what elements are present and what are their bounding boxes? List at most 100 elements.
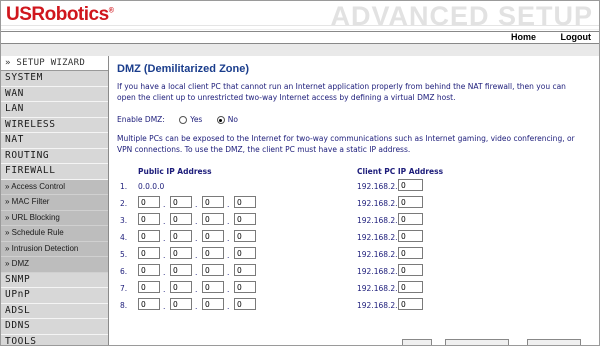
public-ip-octet-2[interactable]: 0 (170, 281, 192, 293)
public-ip-octet-2[interactable]: 0 (170, 230, 192, 242)
sidebar-item-snmp[interactable]: SNMP (1, 273, 108, 288)
row-number: 5. (120, 250, 128, 259)
octet-separator: . (227, 200, 230, 209)
public-ip-octet-1[interactable]: 0 (138, 281, 160, 293)
public-ip-octet-4[interactable]: 0 (234, 213, 256, 225)
client-ip-last-octet[interactable]: 0 (398, 213, 423, 225)
info-text: Multiple PCs can be exposed to the Inter… (117, 134, 575, 154)
octet-separator: . (227, 268, 230, 277)
table-row: 7. 0. 0. 0. 0 192.168.2. 0 (109, 281, 599, 298)
public-ip-octet-1[interactable]: 0 (138, 298, 160, 310)
sidebar-item-nat[interactable]: NAT (1, 133, 108, 149)
public-ip-octet-2[interactable]: 0 (170, 298, 192, 310)
public-ip-octet-3[interactable]: 0 (202, 298, 224, 310)
sidebar-item-upnp[interactable]: UPnP (1, 288, 108, 304)
public-ip-octet-1[interactable]: 0 (138, 213, 160, 225)
client-ip-last-octet[interactable]: 0 (398, 179, 423, 191)
enable-dmz-row: Enable DMZ: Yes No (117, 115, 238, 124)
public-ip-octet-4[interactable]: 0 (234, 247, 256, 259)
section-title: ADVANCED SETUP (330, 1, 593, 31)
octet-separator: . (227, 285, 230, 294)
sidebar-item-routing[interactable]: ROUTING (1, 149, 108, 164)
public-ip-octet-3[interactable]: 0 (202, 230, 224, 242)
public-ip-octet-4[interactable]: 0 (234, 264, 256, 276)
public-ip-octet-3[interactable]: 0 (202, 196, 224, 208)
top-nav: Home Logout (1, 31, 599, 44)
button-partial[interactable] (527, 339, 581, 345)
button-partial[interactable] (445, 339, 509, 345)
sidebar-item-mac-filter[interactable]: » MAC Filter (1, 195, 108, 211)
browser-frame: USRobotics® ADVANCED SETUP Home Logout »… (0, 0, 600, 346)
public-ip-octet-2[interactable]: 0 (170, 213, 192, 225)
sidebar-item-adsl[interactable]: ADSL (1, 304, 108, 319)
sidebar-item-wireless[interactable]: WIRELESS (1, 118, 108, 133)
home-link[interactable]: Home (511, 32, 536, 42)
row-number: 2. (120, 199, 128, 208)
sidebar-menu: SYSTEM WAN LAN WIRELESS NAT ROUTING FIREWALL» … (1, 71, 108, 346)
octet-separator: . (163, 251, 166, 260)
public-ip-octet-2[interactable]: 0 (170, 247, 192, 259)
sidebar-item-url-blocking[interactable]: » URL Blocking (1, 210, 108, 226)
public-ip-octet-3[interactable]: 0 (202, 213, 224, 225)
public-ip-value: 0.0.0.0 (138, 182, 165, 191)
public-ip-octet-4[interactable]: 0 (234, 281, 256, 293)
logout-link[interactable]: Logout (561, 32, 592, 42)
sidebar-item-wan[interactable]: WAN (1, 87, 108, 102)
client-ip-prefix: 192.168.2. (357, 267, 398, 276)
public-ip-octet-1[interactable]: 0 (138, 247, 160, 259)
sidebar: » SETUP WIZARD SYSTEM WAN LAN WIRELESS NAT RO… (1, 56, 109, 346)
sidebar-setup-wizard[interactable]: » SETUP WIZARD (1, 56, 108, 71)
button-partial[interactable] (402, 339, 432, 345)
public-ip-header: Public IP Address (138, 167, 212, 176)
sidebar-item-system[interactable]: SYSTEM (1, 71, 108, 87)
table-row: 4. 0. 0. 0. 0 192.168.2. 0 (109, 230, 599, 247)
client-ip-prefix: 192.168.2. (357, 301, 398, 310)
octet-separator: . (163, 268, 166, 277)
octet-separator: . (195, 217, 198, 226)
octet-separator: . (195, 251, 198, 260)
octet-separator: . (163, 217, 166, 226)
sidebar-item-tools[interactable]: TOOLS (1, 335, 108, 346)
client-ip-last-octet[interactable]: 0 (398, 264, 423, 276)
client-ip-last-octet[interactable]: 0 (398, 247, 423, 259)
sidebar-item-intrusion-detection[interactable]: » Intrusion Detection (1, 241, 108, 257)
sidebar-item-ddns[interactable]: DDNS (1, 319, 108, 335)
sidebar-item-schedule-rule[interactable]: » Schedule Rule (1, 226, 108, 242)
client-ip-prefix: 192.168.2. (357, 233, 398, 242)
table-row: 3. 0. 0. 0. 0 192.168.2. 0 (109, 213, 599, 230)
octet-separator: . (195, 200, 198, 209)
public-ip-octet-4[interactable]: 0 (234, 230, 256, 242)
client-ip-prefix: 192.168.2. (357, 199, 398, 208)
client-ip-last-octet[interactable]: 0 (398, 230, 423, 242)
row-number: 6. (120, 267, 128, 276)
octet-separator: . (195, 285, 198, 294)
octet-separator: . (163, 234, 166, 243)
public-ip-octet-4[interactable]: 0 (234, 298, 256, 310)
public-ip-octet-4[interactable]: 0 (234, 196, 256, 208)
client-ip-last-octet[interactable]: 0 (398, 281, 423, 293)
octet-separator: . (163, 200, 166, 209)
public-ip-octet-1[interactable]: 0 (138, 230, 160, 242)
octet-separator: . (163, 285, 166, 294)
row-number: 8. (120, 301, 128, 310)
client-ip-last-octet[interactable]: 0 (398, 298, 423, 310)
row-number: 1. (120, 182, 128, 191)
public-ip-octet-2[interactable]: 0 (170, 196, 192, 208)
sidebar-item-lan[interactable]: LAN (1, 102, 108, 118)
octet-separator: . (195, 268, 198, 277)
sidebar-item-dmz[interactable]: » DMZ (1, 257, 108, 273)
public-ip-octet-1[interactable]: 0 (138, 264, 160, 276)
enable-no-radio[interactable] (216, 116, 225, 124)
public-ip-octet-2[interactable]: 0 (170, 264, 192, 276)
enable-yes-radio[interactable] (179, 116, 188, 124)
public-ip-octet-1[interactable]: 0 (138, 196, 160, 208)
public-ip-octet-3[interactable]: 0 (202, 281, 224, 293)
public-ip-octet-3[interactable]: 0 (202, 247, 224, 259)
row-number: 7. (120, 284, 128, 293)
client-ip-last-octet[interactable]: 0 (398, 196, 423, 208)
sidebar-item-firewall[interactable]: FIREWALL (1, 164, 108, 180)
client-ip-prefix: 192.168.2. (357, 182, 398, 191)
public-ip-octet-3[interactable]: 0 (202, 264, 224, 276)
enable-dmz-label: Enable DMZ: (117, 115, 165, 124)
sidebar-item-access-control[interactable]: » Access Control (1, 179, 108, 195)
